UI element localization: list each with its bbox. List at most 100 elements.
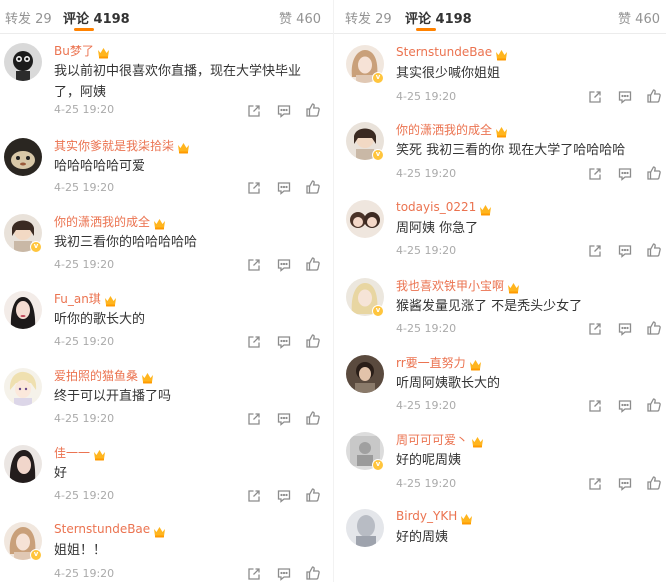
share-icon[interactable]: [587, 166, 603, 182]
comment-time: 4-25 19:20: [54, 567, 115, 580]
comment-icon[interactable]: [617, 166, 633, 182]
comment-icon[interactable]: [276, 257, 292, 273]
comment-item: rr要一直努力 听周阿姨歌长大的 4-25 19:20: [334, 353, 666, 429]
share-icon[interactable]: [587, 476, 603, 492]
tab-likes-label: 赞: [618, 12, 632, 27]
username-row: Birdy_YKH: [396, 507, 473, 525]
comment-text: 终于可以开直播了吗: [54, 389, 172, 404]
avatar[interactable]: [346, 509, 384, 547]
avatar[interactable]: [346, 355, 384, 393]
comment-icon[interactable]: [276, 488, 292, 504]
username[interactable]: 爱拍照的猫鱼桑: [54, 367, 138, 384]
share-icon[interactable]: [587, 243, 603, 259]
share-icon[interactable]: [246, 257, 262, 273]
comment-icon[interactable]: [617, 398, 633, 414]
comment-icon[interactable]: [276, 566, 292, 582]
username-row: 我也喜欢铁甲小宝啊: [396, 276, 520, 294]
comment-text: 听你的歌长大的: [54, 312, 146, 327]
comment-item: v 你的潇洒我的成全 笑死 我初三看的你 现在大学了哈哈哈哈 4-25 19:2…: [334, 120, 666, 196]
tab-reposts[interactable]: 转发 29: [345, 8, 392, 27]
comment-icon[interactable]: [617, 243, 633, 259]
username[interactable]: Bu梦了: [54, 42, 94, 59]
thumbs-up-icon[interactable]: [305, 333, 321, 349]
username[interactable]: 其实你爹就是我柒拾柒: [54, 137, 174, 154]
username[interactable]: 我也喜欢铁甲小宝啊: [396, 277, 504, 294]
comment-time: 4-25 19:20: [54, 412, 115, 425]
verified-icon: v: [372, 459, 384, 471]
share-icon[interactable]: [246, 103, 262, 119]
avatar[interactable]: [4, 291, 42, 329]
comment-item: v SternstundeBae 姐姐！！ 4-25 19:20: [0, 520, 333, 582]
comment-icon[interactable]: [276, 411, 292, 427]
username[interactable]: 你的潇洒我的成全: [396, 121, 492, 138]
comment-time: 4-25 19:20: [396, 244, 457, 257]
comment-icon[interactable]: [276, 103, 292, 119]
comment-text: 周阿姨 你急了: [396, 221, 479, 236]
username[interactable]: 周可可可爱丶: [396, 431, 468, 448]
username[interactable]: 你的潇洒我的成全: [54, 213, 150, 230]
username-row: 周可可可爱丶: [396, 430, 484, 448]
active-tab-indicator: [74, 28, 94, 31]
tab-likes[interactable]: 赞 460: [279, 8, 321, 27]
share-icon[interactable]: [246, 488, 262, 504]
username[interactable]: SternstundeBae: [54, 522, 150, 536]
thumbs-up-icon[interactable]: [305, 410, 321, 426]
tab-comments-label: 评论: [63, 12, 90, 27]
tab-likes[interactable]: 赞 460: [618, 8, 660, 27]
comment-time: 4-25 19:20: [54, 335, 115, 348]
username-row: 佳一一: [54, 443, 106, 461]
avatar[interactable]: [4, 43, 42, 81]
comment-icon[interactable]: [617, 321, 633, 337]
avatar[interactable]: [4, 368, 42, 406]
thumbs-up-icon[interactable]: [305, 179, 321, 195]
share-icon[interactable]: [246, 334, 262, 350]
tab-reposts[interactable]: 转发 29: [5, 8, 52, 27]
avatar[interactable]: [346, 200, 384, 238]
thumbs-up-icon[interactable]: [646, 165, 662, 181]
share-icon[interactable]: [587, 89, 603, 105]
crown-badge-icon: [97, 44, 110, 59]
thumbs-up-icon[interactable]: [305, 487, 321, 503]
username-row: 其实你爹就是我柒拾柒: [54, 136, 190, 154]
tab-likes-count: 460: [635, 12, 660, 27]
username[interactable]: Fu_an琪: [54, 290, 101, 307]
thumbs-up-icon[interactable]: [646, 88, 662, 104]
comment-time: 4-25 19:20: [54, 258, 115, 271]
tab-likes-label: 赞: [279, 12, 293, 27]
comment-icon[interactable]: [276, 180, 292, 196]
avatar[interactable]: [4, 138, 42, 176]
thumbs-up-icon[interactable]: [646, 475, 662, 491]
comment-icon[interactable]: [617, 89, 633, 105]
share-icon[interactable]: [246, 180, 262, 196]
username[interactable]: 佳一一: [54, 444, 90, 461]
tab-comments-count: 4198: [93, 12, 130, 27]
username-row: SternstundeBae: [396, 43, 508, 61]
thumbs-up-icon[interactable]: [305, 565, 321, 581]
share-icon[interactable]: [587, 321, 603, 337]
username[interactable]: SternstundeBae: [396, 45, 492, 59]
crown-badge-icon: [507, 279, 520, 294]
comment-icon[interactable]: [617, 476, 633, 492]
thumbs-up-icon[interactable]: [305, 102, 321, 118]
username[interactable]: rr要一直努力: [396, 354, 466, 371]
share-icon[interactable]: [246, 566, 262, 582]
thumbs-up-icon[interactable]: [646, 397, 662, 413]
tab-reposts-count: 29: [35, 12, 52, 27]
tab-reposts-label: 转发: [345, 12, 372, 27]
active-tab-indicator: [416, 28, 436, 31]
share-icon[interactable]: [587, 398, 603, 414]
thumbs-up-icon[interactable]: [305, 256, 321, 272]
comment-item: todayis_0221 周阿姨 你急了 4-25 19:20: [334, 198, 666, 274]
thumbs-up-icon[interactable]: [646, 242, 662, 258]
share-icon[interactable]: [246, 411, 262, 427]
thumbs-up-icon[interactable]: [646, 320, 662, 336]
tab-comments[interactable]: 评论 4198: [405, 8, 472, 27]
username-row: Fu_an琪: [54, 289, 117, 307]
username[interactable]: todayis_0221: [396, 200, 476, 214]
tab-comments-count: 4198: [435, 12, 472, 27]
comment-icon[interactable]: [276, 334, 292, 350]
comment-item: Bu梦了 我以前初中很喜欢你直播，现在大学快毕业了，阿姨 4-25 19:20: [0, 41, 333, 119]
username[interactable]: Birdy_YKH: [396, 509, 457, 523]
tab-comments[interactable]: 评论 4198: [63, 8, 130, 27]
avatar[interactable]: [4, 445, 42, 483]
